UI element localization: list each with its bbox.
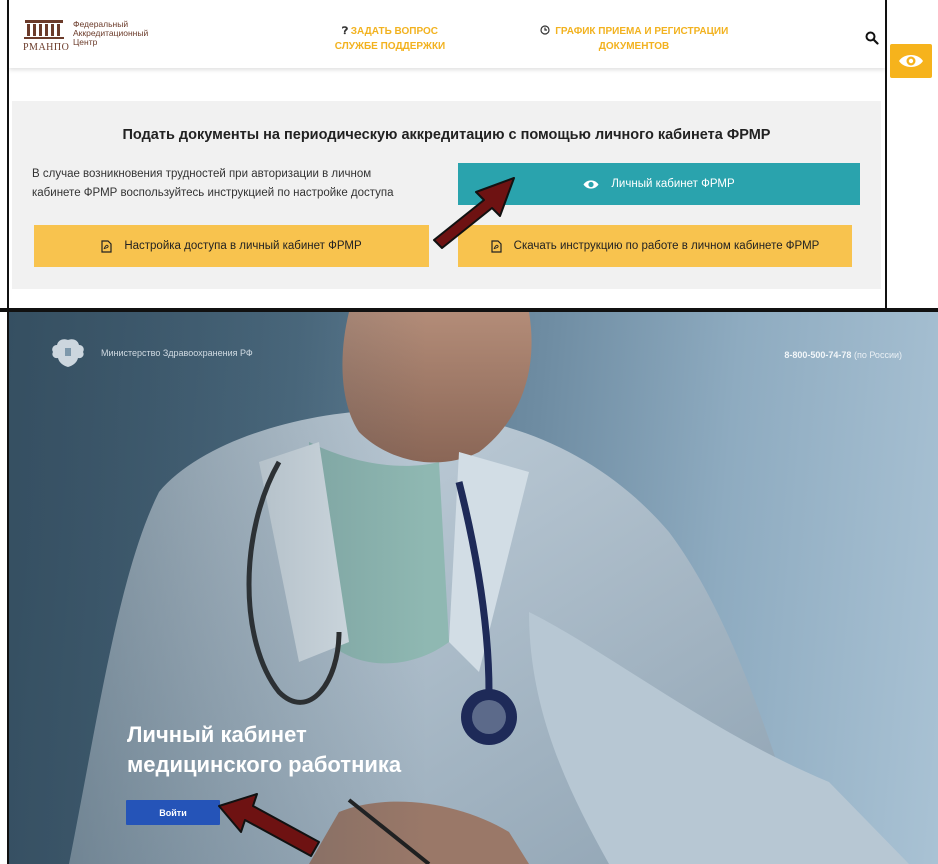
- accessibility-eye-button[interactable]: [890, 44, 932, 78]
- site-header: РМАНПО Федеральный Аккредитационный Цент…: [9, 0, 885, 68]
- emblem-icon: [52, 339, 84, 367]
- hero-title-line-1: Личный кабинет: [127, 722, 307, 747]
- support-link-line-1: ЗАДАТЬ ВОПРОС: [350, 26, 439, 37]
- phone-number: 8-800-500-74-78: [784, 350, 852, 360]
- arrow-icon: [433, 177, 515, 249]
- hero-title-line-2: медицинского работника: [127, 752, 402, 777]
- login-button[interactable]: Войти: [126, 800, 220, 825]
- arrow-icon: [218, 793, 320, 857]
- eye-icon: [899, 55, 923, 67]
- schedule-link-line-1: ГРАФИК ПРИЕМА И РЕГИСТРАЦИИ: [555, 26, 729, 37]
- site-logo[interactable]: РМАНПО Федеральный Аккредитационный Цент…: [23, 18, 148, 54]
- support-link[interactable]: ❓︎ ЗАДАТЬ ВОПРОС СЛУЖБЕ ПОДДЕРЖКИ: [315, 24, 465, 54]
- question-circle-icon: ❓︎: [341, 26, 348, 37]
- description-line-2: кабинете ФРМР воспользуйтесь инструкцией…: [32, 187, 394, 199]
- logo-text: Федеральный Аккредитационный Центр: [73, 20, 148, 47]
- access-setup-button[interactable]: Настройка доступа в личный кабинет ФРМР: [34, 225, 429, 267]
- hotline-phone[interactable]: 8-800-500-74-78 (по России): [784, 350, 902, 360]
- doctor-photo: [9, 312, 938, 864]
- ministry-name: Министерство Здравоохранения РФ: [101, 348, 253, 358]
- access-setup-button-label: Настройка доступа в личный кабинет ФРМР: [124, 240, 362, 252]
- description-line-1: В случае возникновения трудностей при ав…: [32, 168, 372, 180]
- phone-note: (по России): [853, 350, 902, 360]
- frmr-cabinet-button-label: Личный кабинет ФРМР: [611, 178, 735, 190]
- schedule-link-line-2: ДОКУМЕНТОВ: [598, 41, 670, 52]
- hero-title: Личный кабинет медицинского работника: [127, 720, 527, 780]
- schedule-link[interactable]: ГРАФИК ПРИЕМА И РЕГИСТРАЦИИ ДОКУМЕНТОВ: [529, 24, 739, 54]
- pdf-file-icon: [101, 239, 112, 253]
- site-screenshot: РМАНПО Федеральный Аккредитационный Цент…: [0, 0, 938, 312]
- section-description: В случае возникновения трудностей при ав…: [32, 165, 432, 203]
- eye-icon: [583, 179, 599, 189]
- login-page-screenshot: Министерство Здравоохранения РФ 8-800-50…: [9, 312, 938, 864]
- logo-line-3: Центр: [73, 37, 98, 47]
- search-icon[interactable]: [865, 31, 879, 45]
- clock-icon: [540, 25, 553, 37]
- download-instruction-button-label: Скачать инструкцию по работе в личном ка…: [513, 240, 820, 252]
- building-emblem-icon: РМАНПО: [23, 18, 70, 53]
- section-title: Подать документы на периодическую аккред…: [122, 127, 771, 143]
- support-link-line-2: СЛУЖБЕ ПОДДЕРЖКИ: [334, 41, 446, 52]
- logo-abbreviation: РМАНПО: [23, 42, 70, 53]
- ministry-logo[interactable]: Министерство Здравоохранения РФ: [49, 336, 253, 370]
